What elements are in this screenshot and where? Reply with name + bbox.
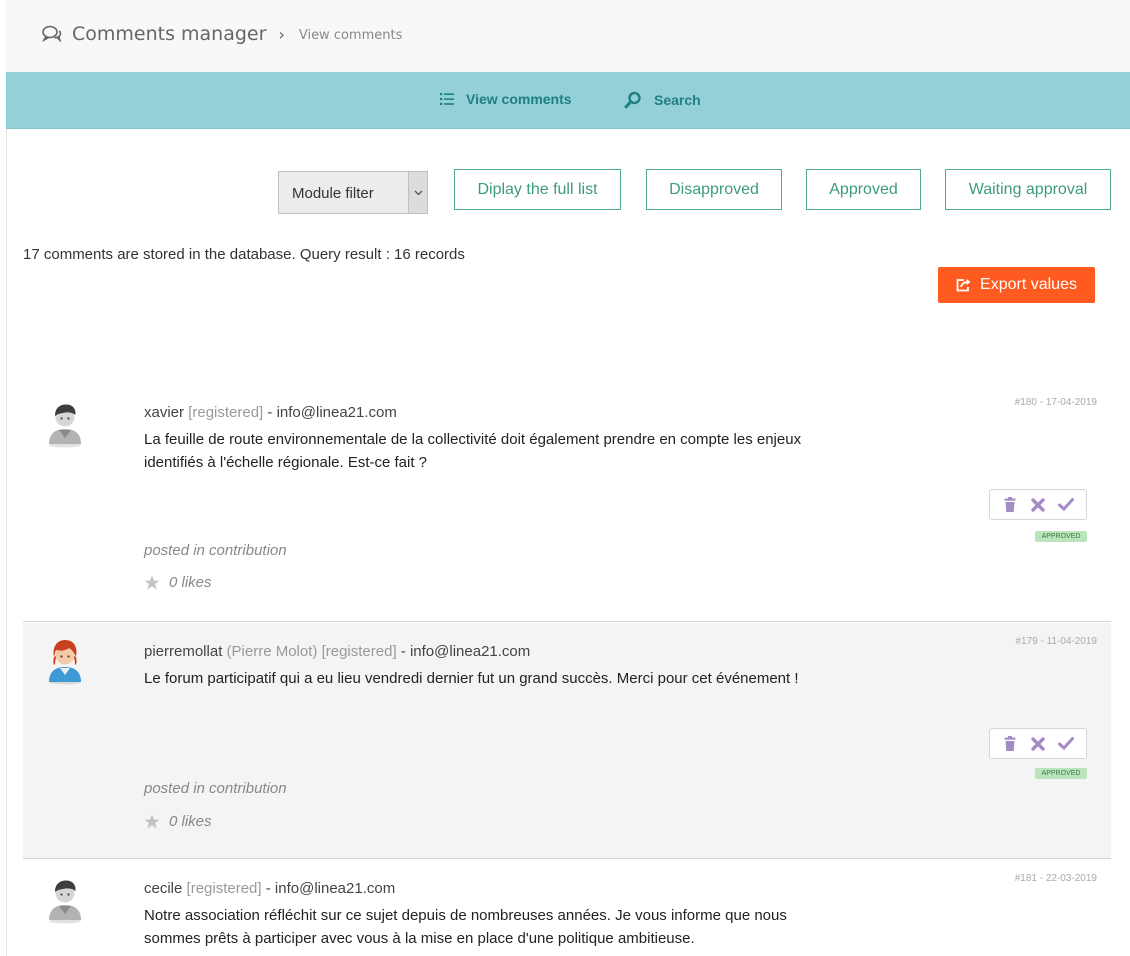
comment-email: - info@linea21.com xyxy=(267,404,397,421)
star-icon[interactable] xyxy=(144,814,160,829)
comment-email: - info@linea21.com xyxy=(265,880,396,897)
comment-meta: #180 - 17-04-2019 xyxy=(1014,397,1097,408)
avatar-icon xyxy=(49,640,81,685)
status-badge: APPROVED xyxy=(1035,531,1087,542)
comment-fullname: (Pierre Molot) xyxy=(226,643,318,660)
likes-count: 0 likes xyxy=(169,574,212,591)
comment-meta: #179 - 11-04-2019 xyxy=(1015,636,1097,647)
chevron-down-icon xyxy=(408,172,427,213)
breadcrumb: Comments manager › View comments xyxy=(40,22,402,46)
comment-item: cecile [registered] - info@linea21.com N… xyxy=(23,860,1111,956)
comment-posted-in: posted in contribution xyxy=(144,542,287,559)
approved-button[interactable]: Approved xyxy=(806,169,921,210)
list-icon xyxy=(440,93,454,105)
comment-likes: 0 likes xyxy=(144,813,212,830)
approve-icon[interactable] xyxy=(1055,734,1077,754)
breadcrumb-separator: › xyxy=(278,24,285,44)
header-bar: Comments manager › View comments xyxy=(6,0,1130,72)
content-border xyxy=(6,129,7,956)
comment-author: cecile [registered] - info@linea21.com xyxy=(144,880,395,897)
approve-icon[interactable] xyxy=(1055,495,1077,515)
breadcrumb-title[interactable]: Comments manager xyxy=(72,23,266,45)
comment-email: - info@linea21.com xyxy=(400,643,531,660)
comment-actions xyxy=(989,728,1087,759)
comment-actions xyxy=(989,489,1087,520)
comment-likes: 0 likes xyxy=(144,574,212,591)
module-filter-value: Module filter xyxy=(292,185,374,202)
tab-bar: View comments Search xyxy=(6,72,1130,129)
tab-search-label: Search xyxy=(654,92,701,108)
status-badge: APPROVED xyxy=(1035,768,1087,779)
delete-icon[interactable] xyxy=(999,734,1021,754)
comment-item: xavier [registered] - info@linea21.com L… xyxy=(23,384,1111,622)
comment-text: Notre association réfléchit sur ce sujet… xyxy=(144,907,787,947)
comment-status: [registered] xyxy=(186,880,262,897)
comment-username[interactable]: cecile xyxy=(144,880,182,897)
breadcrumb-current: View comments xyxy=(298,28,403,43)
disapprove-icon[interactable] xyxy=(1027,734,1049,754)
waiting-approval-button[interactable]: Waiting approval xyxy=(945,169,1111,210)
comments-icon xyxy=(41,25,62,43)
full-list-button[interactable]: Diplay the full list xyxy=(454,169,621,210)
star-icon[interactable] xyxy=(144,575,160,590)
module-filter-select[interactable]: Module filter xyxy=(278,171,428,214)
comment-posted-in: posted in contribution xyxy=(144,780,287,797)
disapproved-button[interactable]: Disapproved xyxy=(646,169,782,210)
tab-search[interactable]: Search xyxy=(624,91,701,109)
delete-icon[interactable] xyxy=(999,495,1021,515)
comment-username[interactable]: xavier xyxy=(144,404,184,421)
search-icon xyxy=(624,91,641,109)
tab-view-comments-label: View comments xyxy=(466,91,572,107)
comment-meta: #181 - 22-03-2019 xyxy=(1014,873,1097,884)
likes-count: 0 likes xyxy=(169,813,212,830)
comment-text: La feuille de route environnementale de … xyxy=(144,431,802,471)
share-icon xyxy=(956,279,971,292)
comment-status: [registered] xyxy=(188,404,264,421)
tab-view-comments[interactable]: View comments xyxy=(440,91,572,107)
comment-author: xavier [registered] - info@linea21.com xyxy=(144,404,397,421)
comment-author: pierremollat (Pierre Molot) [registered]… xyxy=(144,643,530,660)
export-values-label: Export values xyxy=(980,276,1077,293)
disapprove-icon[interactable] xyxy=(1027,495,1049,515)
export-values-button[interactable]: Export values xyxy=(938,267,1095,303)
query-summary: 17 comments are stored in the database. … xyxy=(23,246,465,263)
comment-item: pierremollat (Pierre Molot) [registered]… xyxy=(23,623,1111,859)
comment-text: Le forum participatif qui a eu lieu vend… xyxy=(144,670,799,687)
avatar-icon xyxy=(49,880,81,924)
comment-status: [registered] xyxy=(321,643,397,660)
comment-username[interactable]: pierremollat xyxy=(144,643,222,660)
avatar-icon xyxy=(49,404,81,448)
